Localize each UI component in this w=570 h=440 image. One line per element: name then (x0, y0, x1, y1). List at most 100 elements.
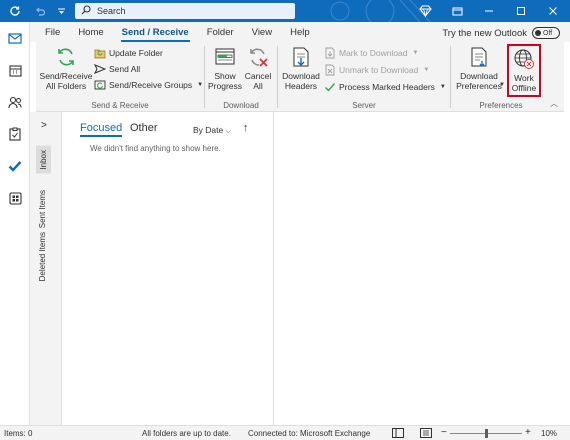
show-progress-icon (215, 48, 235, 65)
unmark-to-download-label: Unmark to Download (339, 65, 419, 75)
send-receive-groups-label: Send/Receive Groups (109, 80, 193, 90)
tab-folder[interactable]: Folder (198, 27, 243, 42)
sort-direction-icon[interactable]: ↑ (243, 122, 249, 134)
send-receive-groups-icon (94, 80, 106, 90)
people-icon[interactable] (5, 92, 25, 112)
group-send-receive: Send/Receive All Folders Update Folder S… (36, 42, 204, 112)
unmark-to-download-icon (325, 64, 335, 76)
new-outlook-toggle[interactable]: Try the new Outlook Off (442, 27, 560, 39)
maximize-icon[interactable] (512, 2, 530, 20)
update-folder-button[interactable]: Update Folder (94, 47, 163, 59)
update-folder-label: Update Folder (109, 48, 163, 58)
collapse-ribbon-icon[interactable]: ︿ (550, 98, 558, 109)
cancel-all-label: Cancel All (244, 71, 272, 91)
sync-icon[interactable] (6, 2, 24, 20)
folder-sent-items[interactable]: Sent Items (38, 190, 47, 228)
toggle-switch[interactable]: Off (532, 27, 560, 39)
mail-icon[interactable] (5, 28, 25, 48)
show-progress-button[interactable]: Show Progress (208, 46, 242, 91)
toggle-state: Off (543, 29, 553, 37)
chevron-down-icon: ▼ (439, 84, 446, 90)
group-download: Show Progress Cancel All Download (205, 42, 277, 112)
reading-pane (274, 112, 570, 425)
tab-help[interactable]: Help (281, 27, 319, 42)
undo-icon[interactable] (30, 2, 48, 20)
chevron-down-icon: ⌵ (225, 128, 231, 135)
send-all-icon (94, 64, 106, 74)
empty-message: We didn't find anything to show here. (90, 144, 221, 153)
send-receive-all-label: Send/Receive All Folders (39, 71, 93, 91)
zoom-out-button[interactable]: − (441, 427, 447, 438)
group-label-download: Download (223, 101, 259, 110)
process-marked-headers-button[interactable]: Process Marked Headers ▼ (324, 81, 446, 93)
tab-home[interactable]: Home (69, 27, 112, 42)
group-server: Download Headers Mark to Download ▼ Unma… (278, 42, 450, 112)
update-folder-icon (94, 49, 106, 59)
message-list: Focused Other By Date ⌵ ↑ We didn't find… (62, 112, 274, 425)
zoom-in-button[interactable]: + (525, 427, 531, 438)
toggle-knob (535, 30, 541, 36)
zoom-level: 10% (541, 429, 558, 438)
normal-view-icon[interactable] (392, 428, 404, 438)
folder-inbox[interactable]: Inbox (36, 146, 51, 174)
title-bar (0, 0, 570, 22)
process-marked-headers-label: Process Marked Headers (339, 82, 435, 92)
zoom-slider-thumb[interactable] (485, 429, 488, 438)
new-outlook-label: Try the new Outlook (442, 27, 527, 39)
folders-status: All folders are up to date. (142, 429, 231, 438)
folder-deleted-items[interactable]: Deleted Items (38, 232, 47, 281)
search-icon (81, 5, 91, 17)
tab-focused[interactable]: Focused (80, 122, 123, 137)
mark-to-download-icon (325, 47, 335, 59)
close-icon[interactable] (544, 2, 562, 20)
send-all-label: Send All (109, 64, 141, 74)
search-input[interactable] (97, 6, 277, 16)
download-preferences-icon (471, 47, 487, 67)
download-headers-label: Download Headers (282, 71, 320, 91)
checkmark-icon (325, 83, 336, 92)
apps-icon[interactable] (5, 188, 25, 208)
tab-view[interactable]: View (243, 27, 281, 42)
group-label-send-receive: Send & Receive (91, 101, 149, 110)
send-all-button[interactable]: Send All (94, 63, 140, 75)
search-box[interactable] (75, 3, 295, 19)
diamond-icon[interactable] (416, 2, 434, 20)
download-preferences-button[interactable]: Download Preferences ▼ (455, 46, 505, 91)
tab-send-receive[interactable]: Send / Receive (113, 27, 198, 42)
expand-folder-pane-icon[interactable]: > (41, 120, 47, 131)
tab-file[interactable]: File (36, 27, 69, 42)
send-receive-groups-button[interactable]: Send/Receive Groups ▼ (94, 79, 203, 91)
status-bar: Items: 0 All folders are up to date. Con… (0, 425, 570, 440)
customize-icon[interactable] (52, 2, 70, 20)
group-preferences: Download Preferences ▼ Work Offline Pref… (451, 42, 551, 112)
group-label-preferences: Preferences (479, 101, 523, 110)
restore-icon[interactable] (448, 2, 466, 20)
send-receive-all-button[interactable]: Send/Receive All Folders (40, 46, 92, 91)
tasks-icon[interactable] (5, 124, 25, 144)
unmark-to-download-button[interactable]: Unmark to Download ▼ (324, 64, 429, 76)
app-rail (0, 22, 30, 425)
folder-pane: > Inbox Sent Items Deleted Items (30, 112, 62, 425)
minimize-icon[interactable] (480, 2, 498, 20)
work-offline-button[interactable]: Work Offline (507, 44, 541, 97)
chevron-down-icon: ▼ (499, 82, 505, 88)
download-headers-button[interactable]: Download Headers (280, 46, 322, 91)
mark-to-download-button[interactable]: Mark to Download ▼ (324, 47, 418, 59)
send-receive-all-icon (58, 48, 74, 66)
chevron-down-icon: ▼ (412, 50, 419, 56)
calendar-icon[interactable] (5, 60, 25, 80)
work-offline-label: Work Offline (511, 73, 537, 93)
cancel-all-icon (250, 48, 268, 67)
cancel-all-button[interactable]: Cancel All (243, 46, 273, 91)
sort-label: By Date (193, 125, 224, 135)
connection-status: Connected to: Microsoft Exchange (248, 429, 371, 438)
ribbon: Send/Receive All Folders Update Folder S… (36, 42, 564, 112)
tab-other[interactable]: Other (130, 122, 158, 134)
sort-dropdown[interactable]: By Date ⌵ (193, 125, 231, 136)
reading-view-icon[interactable] (420, 428, 432, 438)
mark-to-download-label: Mark to Download (339, 48, 408, 58)
chevron-down-icon: ▼ (423, 67, 430, 73)
todo-check-icon[interactable] (5, 156, 25, 176)
download-preferences-label: Download Preferences (456, 71, 502, 91)
items-count: Items: 0 (4, 429, 33, 438)
